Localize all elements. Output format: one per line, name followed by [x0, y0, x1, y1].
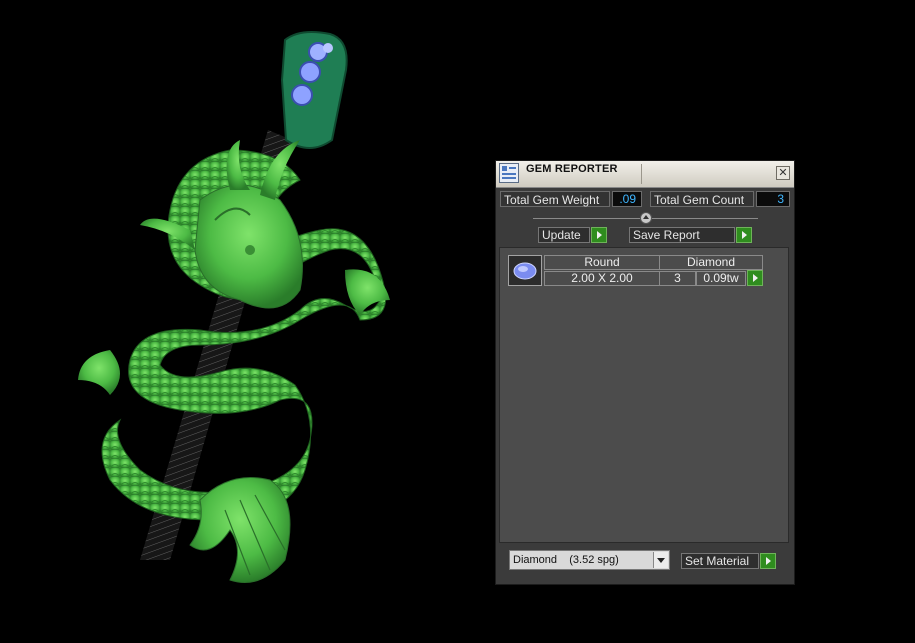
- total-gem-count-value: 3: [756, 191, 790, 207]
- gem-size: 2.00 X 2.00: [544, 271, 660, 286]
- total-gem-weight-value: .09: [612, 191, 642, 207]
- save-report-button[interactable]: Save Report: [629, 227, 735, 243]
- save-report-label: Save Report: [633, 228, 700, 242]
- title-separator: [641, 164, 642, 184]
- 3d-viewport[interactable]: [0, 0, 480, 643]
- update-button[interactable]: Update: [538, 227, 590, 243]
- gem-material: Diamond: [659, 255, 763, 270]
- gem-weight: 0.09tw: [696, 271, 746, 286]
- material-select-name: Diamond: [513, 554, 558, 566]
- set-material-label: Set Material: [685, 554, 750, 568]
- gem-reporter-panel: GEM REPORTER ✕ Total Gem Weight .09 Tota…: [495, 160, 795, 585]
- gem-reporter-app-icon: [499, 163, 519, 183]
- dragon-pendant-icon: [78, 31, 390, 583]
- material-select[interactable]: Diamond (3.52 spg): [509, 550, 670, 570]
- set-material-button[interactable]: Set Material: [681, 553, 759, 569]
- total-gem-weight-label: Total Gem Weight: [500, 191, 610, 207]
- close-button[interactable]: ✕: [776, 166, 790, 180]
- gem-select-go-icon[interactable]: [747, 270, 763, 286]
- gem-shape: Round: [544, 255, 660, 270]
- total-gem-count-label: Total Gem Count: [650, 191, 754, 207]
- gem-count: 3: [659, 271, 696, 286]
- close-icon: ✕: [778, 167, 788, 179]
- update-go-icon[interactable]: [591, 227, 607, 243]
- set-material-go-icon[interactable]: [760, 553, 776, 569]
- gem-list[interactable]: Round Diamond 2.00 X 2.00 3 0.09tw: [499, 247, 789, 543]
- collapse-toggle-icon[interactable]: [640, 212, 652, 224]
- title-bar[interactable]: GEM REPORTER ✕: [496, 161, 794, 188]
- update-label: Update: [542, 228, 581, 242]
- round-gem-icon: [508, 255, 542, 286]
- panel-title: GEM REPORTER: [526, 163, 618, 175]
- save-report-go-icon[interactable]: [736, 227, 752, 243]
- material-select-spg: (3.52 spg): [569, 554, 619, 566]
- dropdown-arrow-icon[interactable]: [653, 552, 668, 568]
